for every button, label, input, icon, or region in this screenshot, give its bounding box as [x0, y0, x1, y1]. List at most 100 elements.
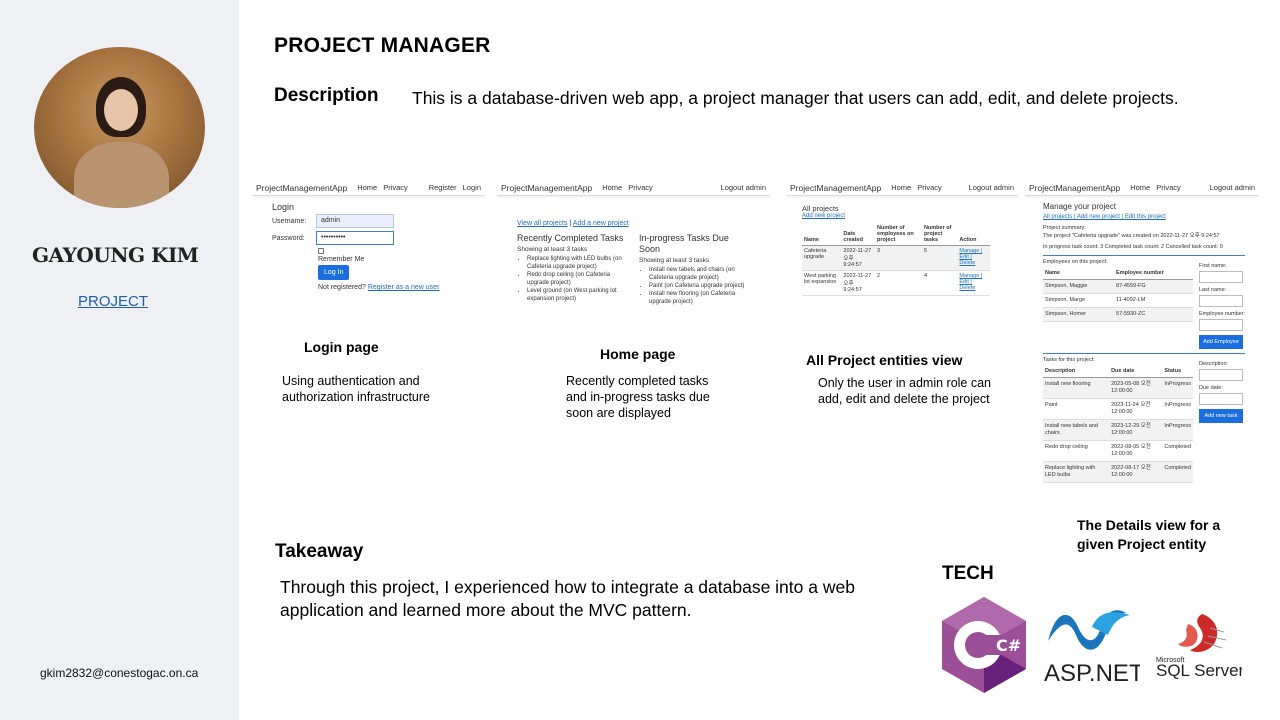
add-project-link: Add a new project	[572, 220, 629, 227]
nav-logout: Logout admin	[968, 183, 1014, 192]
profile-sidebar: GAYOUNG KIM PROJECT gkim2832@conestogac.…	[0, 0, 239, 720]
login-caption-text: Using authentication and authorization i…	[282, 374, 430, 404]
nav-login: Login	[462, 183, 481, 192]
nav-logout: Logout admin	[720, 183, 766, 192]
first-name-label: First name:	[1199, 263, 1227, 269]
nav-brand: ProjectManagementApp	[501, 182, 593, 193]
list-item: Level ground (on West parking lot expans…	[527, 287, 629, 303]
column-header: Name	[1043, 267, 1115, 280]
first-name-field	[1199, 271, 1243, 283]
column-header: Due date	[1109, 365, 1163, 378]
nav-register: Register	[428, 183, 457, 192]
cell: Simpson, Homer	[1043, 307, 1115, 322]
task-description-field	[1199, 369, 1243, 381]
add-project-link: Add new project	[802, 213, 846, 219]
nav-home: Home	[357, 183, 378, 192]
person-name: GAYOUNG KIM	[32, 243, 199, 267]
cell: Install new tabels and chairs	[1043, 419, 1110, 441]
nav-privacy: Privacy	[383, 183, 408, 192]
cell: Simpson, Marge	[1043, 293, 1115, 308]
photo-body	[74, 142, 169, 208]
cell: 87-4559-FG	[1114, 279, 1193, 294]
description-text: This is a database-driven web app, a pro…	[412, 88, 1179, 108]
cell: Simpson, Maggie	[1043, 279, 1115, 294]
table-row: West parking lot expansion 2022-11-27 오후…	[802, 270, 990, 296]
table-row: Install new flooring 2023-05-08 오전 12:00:…	[1043, 377, 1193, 399]
csharp-logo-icon: C#	[938, 595, 1030, 700]
nav-privacy: Privacy	[1156, 183, 1181, 192]
project-summary: Project summary: The project "Cafeteria …	[1043, 224, 1259, 251]
cell: 2022-08-17 오전 12:00:00	[1109, 461, 1163, 483]
completed-tasks-subtitle: Showing at least 3 tasks	[517, 246, 588, 253]
details-screenshot: ProjectManagementApp Home Privacy Logout…	[1025, 180, 1259, 520]
remember-checkbox	[318, 248, 324, 254]
cell: InProgress	[1162, 419, 1193, 441]
takeaway-heading: Takeaway	[275, 541, 364, 562]
cell: 2023-11-24 오전 12:00:00	[1109, 398, 1163, 420]
cell: 11-4092-LM	[1114, 293, 1193, 308]
password-label: Password:	[272, 234, 305, 242]
cell: West parking lot expansion	[802, 270, 842, 296]
cell: Cafeteria upgrade	[802, 245, 842, 271]
projects-table: Name Date created Number of employees on…	[802, 223, 990, 296]
last-name-field	[1199, 295, 1243, 307]
cell: InProgress	[1162, 398, 1193, 420]
divider	[1043, 353, 1245, 354]
sqlserver-label: SQL Server	[1156, 661, 1242, 680]
nav-privacy: Privacy	[628, 183, 653, 192]
column-header: Description	[1043, 365, 1110, 378]
cell: Install new flooring	[1043, 377, 1110, 399]
home-caption-title: Home page	[600, 346, 676, 362]
table-row: Replace lighting with LED bulbs 2022-08-1…	[1043, 461, 1193, 483]
cell: 3	[875, 245, 922, 271]
tasks-table: Description Due date Status Install new …	[1043, 365, 1193, 483]
cell: Replace lighting with LED bulbs	[1043, 461, 1110, 483]
profile-photo	[34, 47, 205, 208]
projects-caption-text: Only the user in admin role can add, edi…	[818, 376, 992, 406]
cell: Completed	[1162, 440, 1193, 462]
cell: Completed	[1162, 461, 1193, 483]
tasks-caption: Tasks for this project:	[1043, 357, 1095, 363]
list-item: Redo drop ceiling (on Cafeteria upgrade …	[527, 271, 629, 287]
tech-heading: TECH	[942, 563, 994, 584]
task-form: Description: Due date: Add new task	[1199, 357, 1249, 483]
table-row: Paint 2023-11-24 오전 12:00:00 InProgress	[1043, 398, 1193, 420]
add-task-button: Add new task	[1199, 409, 1243, 423]
nav-brand: ProjectManagementApp	[790, 182, 882, 193]
project-link[interactable]: PROJECT	[78, 293, 148, 310]
summary-label: Project summary:	[1043, 225, 1086, 231]
nav-home: Home	[1130, 183, 1151, 192]
inprogress-tasks-title: In-progress Tasks Due Soon	[639, 233, 729, 254]
completed-tasks-column: Recently Completed Tasks Showing at leas…	[517, 233, 629, 306]
list-item: Replace lighting with LED bulbs (on Cafe…	[527, 255, 629, 271]
row-actions: Manage | Edit | Delete	[957, 245, 990, 271]
sqlserver-logo-icon: Microsoft SQL Server	[1152, 610, 1245, 687]
cell: Redo drop ceiling	[1043, 440, 1110, 462]
cell: InProgress	[1162, 377, 1193, 399]
cell: Paint	[1043, 398, 1110, 420]
home-navbar: ProjectManagementApp Home Privacy Logout…	[497, 180, 770, 196]
nav-logout: Logout admin	[1209, 183, 1255, 192]
list-item: Install new flooring (on Cafeteria upgra…	[649, 290, 751, 306]
aspnet-label: ASP.NET	[1044, 660, 1140, 687]
description-heading: Description	[274, 85, 379, 106]
nav-home: Home	[891, 183, 912, 192]
nav-privacy: Privacy	[917, 183, 942, 192]
completed-tasks-title: Recently Completed Tasks	[517, 233, 624, 243]
inprogress-tasks-column: In-progress Tasks Due Soon Showing at le…	[639, 233, 751, 306]
aspnet-logo-icon: ASP.NET	[1040, 603, 1144, 692]
last-name-label: Last name:	[1199, 287, 1227, 293]
due-date-field	[1199, 393, 1243, 405]
add-employee-button: Add Employee	[1199, 335, 1243, 349]
login-navbar: ProjectManagementApp Home Privacy Regist…	[252, 180, 485, 196]
table-row: Cafeteria upgrade 2022-11-27 오후 9:24:57 …	[802, 245, 990, 271]
details-links: All projects | Add new project | Edit th…	[1043, 214, 1166, 220]
username-label: Username:	[272, 217, 307, 225]
column-header: Number of employees on project	[875, 223, 922, 246]
list-item: Install new tabels and chairs (on Cafete…	[649, 266, 751, 282]
home-caption-text: Recently completed tasks and in-progress…	[566, 374, 710, 420]
cell: 57-5930-ZC	[1114, 307, 1193, 322]
table-row: Simpson, Maggie 87-4559-FG	[1043, 279, 1193, 294]
inprogress-tasks-subtitle: Showing at least 3 tasks	[639, 257, 710, 264]
cell: 4	[921, 270, 958, 296]
